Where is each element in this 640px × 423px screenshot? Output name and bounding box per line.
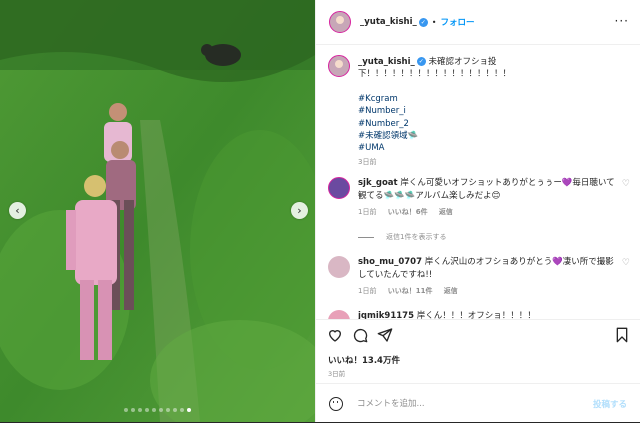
carousel-dot — [152, 408, 156, 412]
caption-body: _yuta_kishi_ ✓ 未確認オフショ投下！！！！！！！！！！！！！！！！！ — [358, 56, 588, 80]
post-actions: いいね！13.4万件 3日前 — [316, 319, 640, 378]
hashtag-link[interactable]: #未確認領域🛸 — [358, 130, 418, 142]
comment-text: 岸くん！！！オフショ！！！！ — [416, 311, 536, 319]
reply-button[interactable]: 返信 — [439, 208, 453, 216]
carousel-indicator — [0, 408, 315, 412]
carousel-dot — [124, 408, 128, 412]
caption-time[interactable]: 3日前 — [358, 156, 418, 168]
carousel-dot — [173, 408, 177, 412]
carousel-dot — [131, 408, 135, 412]
post-media[interactable]: ‹ › — [0, 0, 315, 422]
like-comment-heart-icon[interactable]: ♡ — [622, 258, 630, 268]
comment-meta: 1日前 いいね！11件 返信 — [358, 285, 616, 298]
comment-body: sho_mu_0707 岸くん沢山のオフショありがとう💜凄い所で撮影していたんで… — [358, 256, 616, 298]
hashtag-link[interactable]: #Number_i — [358, 105, 418, 117]
comment-item: jqmik91175 岸くん！！！オフショ！！！！ — [328, 310, 633, 319]
hashtag-link[interactable]: #Kcgram — [358, 93, 418, 105]
post-modal: ‹ › _yuta_kishi_ ✓ • フォロー ··· _yuta_kish… — [0, 0, 640, 422]
author-avatar[interactable] — [329, 11, 351, 33]
add-comment-bar: 投稿する — [316, 383, 640, 423]
post-header: _yuta_kishi_ ✓ • フォロー ··· — [316, 0, 640, 45]
post-photo — [0, 0, 315, 422]
follow-button[interactable]: フォロー — [440, 16, 474, 28]
verified-badge-icon: ✓ — [418, 17, 428, 27]
replies-divider — [358, 236, 374, 238]
emoji-smile-icon[interactable] — [329, 396, 343, 411]
comment-bubble-icon[interactable] — [352, 327, 368, 343]
comment-meta: 1日前 いいね！6件 返信 — [358, 206, 616, 219]
author-username[interactable]: _yuta_kishi_ — [360, 17, 417, 27]
commenter-avatar[interactable] — [328, 310, 350, 319]
view-replies-button[interactable]: 返信1件を表示する — [358, 232, 446, 242]
comment-body: jqmik91175 岸くん！！！オフショ！！！！ — [358, 310, 616, 319]
comment-likes[interactable]: いいね！6件 — [388, 208, 428, 216]
view-replies-label: 返信1件を表示する — [386, 233, 447, 241]
commenter-username[interactable]: jqmik91175 — [358, 311, 414, 319]
comment-likes[interactable]: いいね！11件 — [388, 287, 433, 295]
next-slide-button[interactable]: › — [291, 202, 308, 219]
caption-username[interactable]: _yuta_kishi_ — [358, 57, 415, 67]
post-comment-button[interactable]: 投稿する — [593, 398, 627, 410]
commenter-username[interactable]: sjk_goat — [358, 178, 398, 188]
commenter-username[interactable]: sho_mu_0707 — [358, 257, 422, 267]
more-options-icon[interactable]: ··· — [615, 14, 629, 28]
post-side-panel: _yuta_kishi_ ✓ • フォロー ··· _yuta_kishi_ ✓ … — [315, 0, 640, 422]
hashtag-link[interactable]: #UMA — [358, 142, 418, 154]
like-comment-heart-icon[interactable]: ♡ — [622, 179, 630, 189]
carousel-dot — [180, 408, 184, 412]
carousel-dot — [166, 408, 170, 412]
like-count[interactable]: いいね！13.4万件 — [328, 354, 400, 366]
reply-button[interactable]: 返信 — [444, 287, 458, 295]
like-heart-icon[interactable] — [327, 327, 343, 343]
caption-avatar[interactable] — [328, 55, 350, 77]
carousel-dot — [145, 408, 149, 412]
comment-input[interactable] — [355, 397, 579, 410]
share-paper-plane-icon[interactable] — [377, 327, 393, 343]
carousel-dot — [138, 408, 142, 412]
save-bookmark-icon[interactable] — [614, 327, 630, 343]
hashtag-list: #Kcgram #Number_i #Number_2 #未確認領域🛸 #UMA… — [358, 93, 418, 169]
verified-badge-icon: ✓ — [416, 57, 426, 66]
carousel-dot — [187, 408, 191, 412]
previous-slide-button[interactable]: ‹ — [9, 202, 26, 219]
hashtag-link[interactable]: #Number_2 — [358, 118, 418, 130]
commenter-avatar[interactable] — [328, 177, 350, 199]
header-separator: • — [431, 17, 437, 27]
post-date[interactable]: 3日前 — [328, 368, 345, 378]
comment-time[interactable]: 1日前 — [358, 287, 376, 295]
commenter-avatar[interactable] — [328, 256, 350, 278]
carousel-dot — [159, 408, 163, 412]
comment-body: sjk_goat 岸くん可愛いオフショットありがとぅぅー💜毎日聴いて観てる🛸🛸🛸… — [358, 177, 616, 219]
comment-time[interactable]: 1日前 — [358, 208, 376, 216]
